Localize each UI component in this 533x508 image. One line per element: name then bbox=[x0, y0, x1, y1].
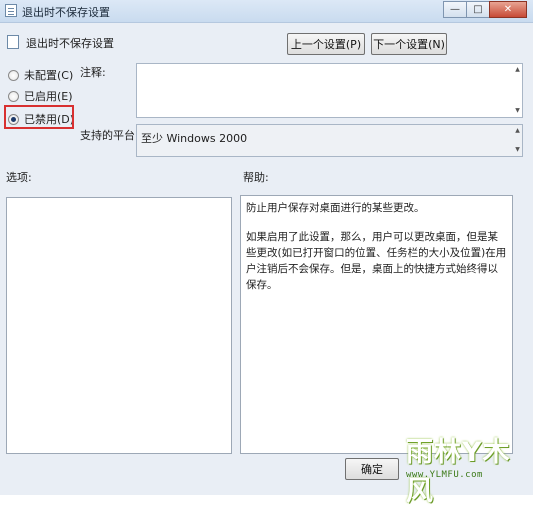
title-bar: 退出时不保存设置 — □ ✕ bbox=[0, 0, 533, 23]
setting-title: 退出时不保存设置 bbox=[26, 37, 114, 50]
radio-not-configured[interactable] bbox=[8, 69, 19, 81]
selection-highlight-box bbox=[4, 105, 74, 129]
policy-document-icon bbox=[5, 4, 17, 17]
next-setting-button[interactable]: 下一个设置(N) bbox=[371, 33, 447, 55]
option-not-configured[interactable]: 未配置(C) bbox=[8, 67, 73, 83]
options-section-label: 选项: bbox=[6, 171, 32, 184]
label-not-configured: 未配置(C) bbox=[24, 69, 74, 82]
minimize-icon: — bbox=[450, 4, 460, 15]
policy-setting-icon bbox=[7, 35, 19, 49]
option-enabled[interactable]: 已启用(E) bbox=[8, 88, 73, 104]
maximize-button[interactable]: □ bbox=[466, 1, 490, 18]
platform-value: 至少 Windows 2000 bbox=[141, 132, 248, 145]
minimize-button[interactable]: — bbox=[443, 1, 467, 18]
help-text: 防止用户保存对桌面进行的某些更改。如果启用了此设置，那么，用户可以更改桌面，但是… bbox=[241, 196, 512, 297]
ok-button[interactable]: 确定 bbox=[345, 458, 399, 480]
help-paragraph-2: 如果启用了此设置，那么，用户可以更改桌面，但是某些更改(如已打开窗口的位置、任务… bbox=[246, 231, 507, 291]
platform-scroll-down-icon[interactable]: ▼ bbox=[514, 146, 521, 154]
platform-scroll-up-icon[interactable]: ▲ bbox=[514, 127, 521, 135]
help-paragraph-1: 防止用户保存对桌面进行的某些更改。 bbox=[246, 202, 425, 214]
window-controls: — □ ✕ bbox=[443, 1, 527, 18]
previous-setting-button[interactable]: 上一个设置(P) bbox=[287, 33, 365, 55]
close-button[interactable]: ✕ bbox=[489, 1, 527, 18]
label-enabled: 已启用(E) bbox=[24, 90, 73, 103]
platform-field: 至少 Windows 2000 ▲ ▼ bbox=[136, 124, 523, 157]
platform-scrollbar[interactable]: ▲ ▼ bbox=[513, 125, 522, 156]
comment-scrollbar[interactable]: ▲ ▼ bbox=[513, 64, 522, 117]
dialog-body: 退出时不保存设置 上一个设置(P) 下一个设置(N) 未配置(C) 已启用(E)… bbox=[0, 23, 533, 495]
close-icon: ✕ bbox=[503, 4, 513, 15]
policy-dialog: 退出时不保存设置 — □ ✕ 退出时不保存设置 上一个设置(P) 下一个设置(N… bbox=[0, 0, 533, 507]
scroll-up-icon[interactable]: ▲ bbox=[514, 66, 521, 74]
help-section-label: 帮助: bbox=[243, 171, 269, 184]
window-title: 退出时不保存设置 bbox=[22, 6, 110, 19]
comment-textarea[interactable]: ▲ ▼ bbox=[136, 63, 523, 118]
platform-label: 支持的平台: bbox=[80, 129, 139, 142]
comment-label: 注释: bbox=[80, 66, 106, 79]
maximize-icon: □ bbox=[473, 4, 483, 15]
help-pane: 防止用户保存对桌面进行的某些更改。如果启用了此设置，那么，用户可以更改桌面，但是… bbox=[240, 195, 513, 454]
options-pane bbox=[6, 197, 232, 454]
radio-enabled[interactable] bbox=[8, 90, 19, 102]
scroll-down-icon[interactable]: ▼ bbox=[514, 107, 521, 115]
